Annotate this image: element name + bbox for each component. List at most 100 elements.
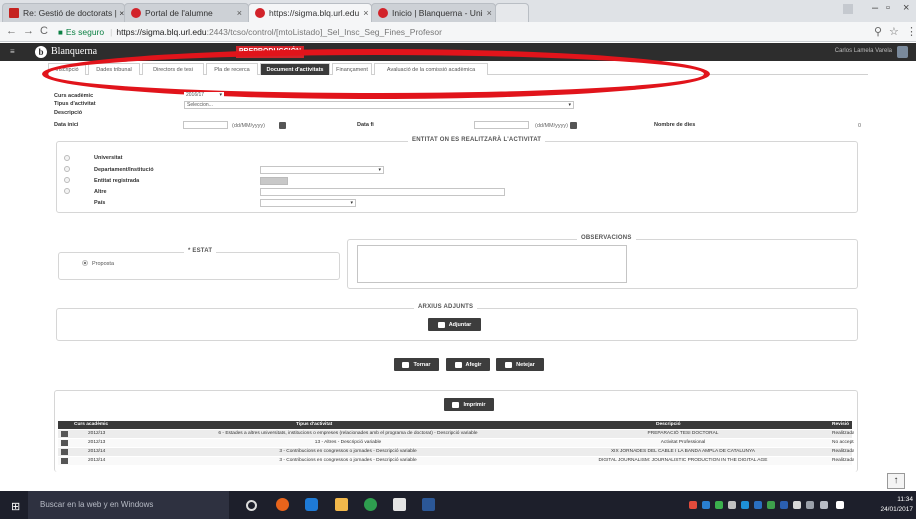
- table-row[interactable]: 2013/14 3 - Contribucions en congressos …: [58, 448, 854, 456]
- estat-legend: * ESTAT: [184, 248, 217, 254]
- url-input[interactable]: ■ Es seguro | https://sigma.blq.url.edu …: [58, 25, 884, 39]
- close-icon[interactable]: ×: [233, 8, 242, 18]
- bookmark-star-icon[interactable]: ☆: [889, 25, 899, 38]
- tray-icon[interactable]: [702, 501, 710, 509]
- adjuntar-label: Adjuntar: [448, 321, 472, 328]
- row-descripcio: PREPARACIÓ TESI DOCTORAL: [647, 431, 719, 436]
- table-row[interactable]: 2013/14 3 - Contribucions en congressos …: [58, 457, 854, 465]
- tray-icon[interactable]: [793, 501, 801, 509]
- data-inici-input[interactable]: [183, 121, 228, 129]
- scroll-to-top-button[interactable]: ↑: [887, 473, 905, 489]
- notifications-icon[interactable]: [836, 501, 844, 509]
- tipus-activitat-select[interactable]: Seleccion... ▾: [184, 101, 574, 109]
- close-icon[interactable]: ×: [483, 8, 492, 18]
- tray-icon[interactable]: [728, 501, 736, 509]
- browser-tab-portal[interactable]: Portal de l'alumne ×: [124, 3, 249, 22]
- tray-icon[interactable]: [780, 501, 788, 509]
- tornar-button[interactable]: Tornar: [394, 358, 439, 371]
- blanquerna-icon: [378, 8, 388, 18]
- entitat-registrada-input[interactable]: [260, 177, 288, 185]
- task-view-icon[interactable]: [246, 500, 257, 511]
- document-icon[interactable]: [61, 440, 68, 446]
- maximize-icon[interactable]: ▫: [886, 2, 890, 14]
- printer-icon: [452, 401, 460, 408]
- taskbar-search-input[interactable]: Buscar en la web y en Windows: [28, 491, 229, 519]
- pais-select[interactable]: ▾: [260, 199, 356, 207]
- chrome-icon[interactable]: [364, 498, 377, 511]
- table-row[interactable]: 2012/13 13 - Altres - Descripció variabl…: [58, 439, 854, 447]
- afegir-button[interactable]: Afegir: [446, 358, 490, 371]
- document-icon[interactable]: [61, 458, 68, 464]
- entitat-legend: ENTITAT ON ES REALITZARÀ L'ACTIVITAT: [408, 137, 546, 143]
- hamburger-menu-icon[interactable]: ≡: [10, 47, 15, 56]
- row-revisio: No acceptada: [832, 440, 854, 445]
- minimize-icon[interactable]: –: [872, 2, 878, 14]
- header-revisio: Revisió: [832, 422, 850, 427]
- tray-icon[interactable]: [689, 501, 697, 509]
- browser-tab-gmail[interactable]: Re: Gestió de doctorats | × ×: [2, 3, 125, 22]
- radio-departament[interactable]: [64, 166, 70, 172]
- blanquerna-logo[interactable]: b: [35, 46, 47, 58]
- user-name[interactable]: Carlos Lamela Varela: [835, 48, 892, 54]
- radio-altre[interactable]: [64, 188, 70, 194]
- back-arrow-icon: [402, 361, 410, 368]
- calendar-icon[interactable]: [279, 122, 286, 129]
- altre-input[interactable]: [260, 188, 505, 196]
- address-bar: ← → C ■ Es seguro | https://sigma.blq.ur…: [0, 22, 916, 42]
- tray-icon[interactable]: [767, 501, 775, 509]
- volume-icon[interactable]: [820, 501, 828, 509]
- curs-academic-select[interactable]: 2016/17 ▾: [184, 92, 224, 100]
- tipus-activitat-label: Tipus d'activitat: [54, 101, 96, 107]
- document-icon[interactable]: [61, 431, 68, 437]
- radio-universitat[interactable]: [64, 155, 70, 161]
- header-tipus: Tipus d'activitat: [296, 422, 333, 427]
- data-fi-input[interactable]: [474, 121, 529, 129]
- imprimir-button[interactable]: Imprimir: [444, 398, 494, 411]
- nombre-dies-label: Nombre de dies: [654, 122, 696, 128]
- zoom-icon[interactable]: ⚲: [874, 25, 882, 38]
- calendar-icon[interactable]: [570, 122, 577, 129]
- adjuntar-button[interactable]: Adjuntar: [428, 318, 481, 331]
- row-descripcio: Activitat Professional: [660, 440, 706, 445]
- row-curs: 2013/14: [88, 458, 106, 463]
- url-path: :2443/tcso/control/[mtoListado]_Sel_Insc…: [206, 27, 442, 37]
- radio-entitat-registrada[interactable]: [64, 177, 70, 183]
- edge-icon[interactable]: [305, 498, 318, 511]
- table-row[interactable]: 2012/13 6 - Estades a altres universitat…: [58, 430, 854, 438]
- firefox-icon[interactable]: [276, 498, 289, 511]
- row-tipus: 6 - Estades a altres universitats, insti…: [218, 431, 478, 436]
- reload-icon[interactable]: C: [40, 25, 48, 37]
- back-icon[interactable]: ←: [6, 25, 17, 37]
- row-revisio: Realitzada: [832, 449, 854, 454]
- tray-icon[interactable]: [741, 501, 749, 509]
- file-explorer-icon[interactable]: [335, 498, 348, 511]
- browser-menu-icon[interactable]: ⋮: [906, 25, 916, 38]
- imprimir-label: Imprimir: [463, 401, 486, 408]
- departament-select[interactable]: ▾: [260, 166, 384, 174]
- close-window-icon[interactable]: ×: [903, 2, 909, 14]
- taskbar-clock[interactable]: 11:34 24/01/2017: [880, 495, 913, 515]
- netejar-label: Netejar: [516, 361, 535, 368]
- forward-icon[interactable]: →: [23, 25, 34, 37]
- store-icon[interactable]: [393, 498, 406, 511]
- row-descripcio: DIGITAL JOURNALISM: JOURNALISTIC PRODUCT…: [598, 458, 768, 463]
- document-icon[interactable]: [61, 449, 68, 455]
- tray-icon[interactable]: [715, 501, 723, 509]
- netejar-button[interactable]: Netejar: [496, 358, 544, 371]
- observacions-legend: OBSERVACIONS: [577, 235, 636, 241]
- descripcio-label: Descripció: [54, 110, 83, 116]
- new-tab-button[interactable]: [495, 3, 529, 22]
- avatar[interactable]: [897, 46, 908, 58]
- close-icon[interactable]: ×: [359, 8, 368, 18]
- profile-icon[interactable]: [843, 4, 853, 14]
- network-icon[interactable]: [806, 501, 814, 509]
- curs-academic-label: Curs acadèmic: [54, 93, 94, 99]
- windows-start-icon[interactable]: ⊞: [11, 500, 20, 513]
- tray-icon[interactable]: [754, 501, 762, 509]
- browser-tab-sigma[interactable]: https://sigma.blq.url.edu ×: [248, 3, 372, 22]
- browser-tab-inicio[interactable]: Inicio | Blanquerna - Uni ×: [371, 3, 496, 22]
- observacions-textarea[interactable]: [357, 245, 627, 283]
- word-icon[interactable]: [422, 498, 435, 511]
- row-tipus: 3 - Contribucions en congressos o jornad…: [279, 458, 417, 463]
- radio-proposta[interactable]: [82, 260, 88, 266]
